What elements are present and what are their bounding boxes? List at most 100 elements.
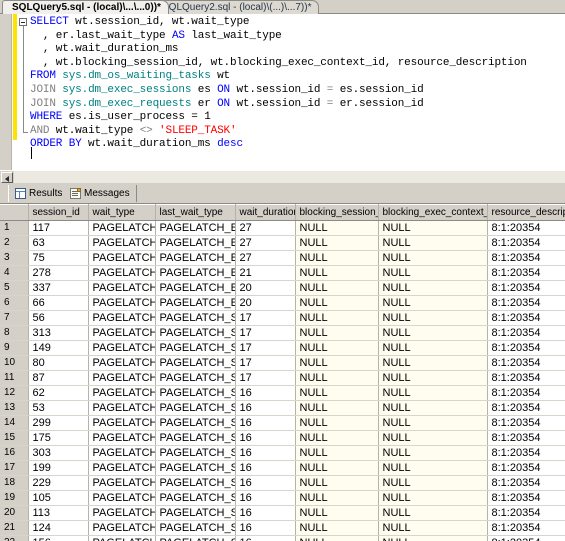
cell-wait-type[interactable]: PAGELATCH_SH	[88, 340, 156, 356]
cell-session-id[interactable]: 149	[28, 340, 89, 356]
cell-session-id[interactable]: 229	[28, 475, 89, 491]
column-header-resource-description[interactable]: resource_description	[487, 204, 565, 221]
table-row[interactable]: 21124PAGELATCH_SHPAGELATCH_SH16NULLNULL8…	[0, 520, 565, 536]
cell-last-wait-type[interactable]: PAGELATCH_SH	[155, 355, 236, 371]
cell-wait-duration-ms[interactable]: 16	[235, 475, 296, 491]
row-number-cell[interactable]: 5	[0, 280, 29, 296]
cell-blocking-session-id[interactable]: NULL	[295, 220, 379, 236]
cell-resource-description[interactable]: 8:1:20354	[487, 460, 565, 476]
cell-session-id[interactable]: 199	[28, 460, 89, 476]
cell-last-wait-type[interactable]: PAGELATCH_SH	[155, 475, 236, 491]
editor-horizontal-scrollbar[interactable]	[0, 170, 565, 183]
table-row[interactable]: 8313PAGELATCH_SHPAGELATCH_SH17NULLNULL8:…	[0, 325, 565, 341]
cell-wait-type[interactable]: PAGELATCH_SH	[88, 430, 156, 446]
cell-resource-description[interactable]: 8:1:20354	[487, 430, 565, 446]
cell-wait-duration-ms[interactable]: 20	[235, 280, 296, 296]
cell-wait-duration-ms[interactable]: 16	[235, 520, 296, 536]
column-header-blocking-exec-context-id[interactable]: blocking_exec_context_id	[378, 204, 488, 221]
cell-wait-type[interactable]: PAGELATCH_SH	[88, 385, 156, 401]
cell-session-id[interactable]: 313	[28, 325, 89, 341]
cell-wait-duration-ms[interactable]: 27	[235, 220, 296, 236]
cell-blocking-session-id[interactable]: NULL	[295, 520, 379, 536]
cell-blocking-exec-context-id[interactable]: NULL	[378, 235, 488, 251]
cell-blocking-session-id[interactable]: NULL	[295, 340, 379, 356]
cell-resource-description[interactable]: 8:1:20354	[487, 415, 565, 431]
cell-session-id[interactable]: 175	[28, 430, 89, 446]
cell-blocking-session-id[interactable]: NULL	[295, 235, 379, 251]
cell-wait-duration-ms[interactable]: 17	[235, 325, 296, 341]
cell-wait-type[interactable]: PAGELATCH_EX	[88, 265, 156, 281]
cell-wait-duration-ms[interactable]: 16	[235, 430, 296, 446]
row-number-cell[interactable]: 4	[0, 265, 29, 281]
cell-blocking-exec-context-id[interactable]: NULL	[378, 250, 488, 266]
table-row[interactable]: 4278PAGELATCH_EXPAGELATCH_EX21NULLNULL8:…	[0, 265, 565, 281]
cell-session-id[interactable]: 278	[28, 265, 89, 281]
tab-messages[interactable]: Messages	[64, 185, 137, 202]
cell-blocking-exec-context-id[interactable]: NULL	[378, 460, 488, 476]
cell-last-wait-type[interactable]: PAGELATCH_SH	[155, 490, 236, 506]
row-number-cell[interactable]: 8	[0, 325, 29, 341]
cell-last-wait-type[interactable]: PAGELATCH_SH	[155, 325, 236, 341]
cell-blocking-session-id[interactable]: NULL	[295, 325, 379, 341]
cell-wait-duration-ms[interactable]: 17	[235, 310, 296, 326]
cell-blocking-exec-context-id[interactable]: NULL	[378, 445, 488, 461]
cell-blocking-exec-context-id[interactable]: NULL	[378, 535, 488, 541]
cell-session-id[interactable]: 56	[28, 310, 89, 326]
cell-wait-type[interactable]: PAGELATCH_EX	[88, 220, 156, 236]
cell-last-wait-type[interactable]: PAGELATCH_SH	[155, 385, 236, 401]
cell-blocking-session-id[interactable]: NULL	[295, 250, 379, 266]
cell-wait-duration-ms[interactable]: 17	[235, 340, 296, 356]
cell-blocking-session-id[interactable]: NULL	[295, 265, 379, 281]
cell-wait-type[interactable]: PAGELATCH_SH	[88, 355, 156, 371]
cell-session-id[interactable]: 63	[28, 235, 89, 251]
cell-blocking-session-id[interactable]: NULL	[295, 505, 379, 521]
column-header-wait-duration-ms[interactable]: wait_duration_ms	[235, 204, 296, 221]
row-number-cell[interactable]: 18	[0, 475, 29, 491]
cell-blocking-session-id[interactable]: NULL	[295, 310, 379, 326]
scrollbar-track[interactable]	[14, 171, 565, 183]
cell-wait-duration-ms[interactable]: 27	[235, 235, 296, 251]
column-header-session-id[interactable]: session_id	[28, 204, 89, 221]
row-number-cell[interactable]: 15	[0, 430, 29, 446]
table-row[interactable]: 20113PAGELATCH_SHPAGELATCH_SH16NULLNULL8…	[0, 505, 565, 521]
cell-wait-duration-ms[interactable]: 16	[235, 460, 296, 476]
cell-wait-duration-ms[interactable]: 16	[235, 415, 296, 431]
cell-blocking-exec-context-id[interactable]: NULL	[378, 475, 488, 491]
cell-wait-type[interactable]: PAGELATCH_EX	[88, 295, 156, 311]
cell-blocking-exec-context-id[interactable]: NULL	[378, 265, 488, 281]
row-number-cell[interactable]: 2	[0, 235, 29, 251]
cell-last-wait-type[interactable]: PAGELATCH_EX	[155, 280, 236, 296]
cell-wait-duration-ms[interactable]: 21	[235, 265, 296, 281]
cell-session-id[interactable]: 337	[28, 280, 89, 296]
cell-blocking-exec-context-id[interactable]: NULL	[378, 340, 488, 356]
cell-blocking-session-id[interactable]: NULL	[295, 535, 379, 541]
row-number-cell[interactable]: 12	[0, 385, 29, 401]
cell-session-id[interactable]: 53	[28, 400, 89, 416]
table-row[interactable]: 17199PAGELATCH_SHPAGELATCH_SH16NULLNULL8…	[0, 460, 565, 476]
cell-wait-type[interactable]: PAGELATCH_EX	[88, 280, 156, 296]
cell-blocking-exec-context-id[interactable]: NULL	[378, 490, 488, 506]
collapse-region-icon[interactable]	[19, 18, 27, 26]
cell-last-wait-type[interactable]: PAGELATCH_SH	[155, 430, 236, 446]
cell-wait-type[interactable]: PAGELATCH_SH	[88, 460, 156, 476]
cell-blocking-exec-context-id[interactable]: NULL	[378, 385, 488, 401]
cell-resource-description[interactable]: 8:1:20354	[487, 220, 565, 236]
cell-wait-duration-ms[interactable]: 16	[235, 490, 296, 506]
cell-blocking-session-id[interactable]: NULL	[295, 370, 379, 386]
row-number-cell[interactable]: 7	[0, 310, 29, 326]
cell-resource-description[interactable]: 8:1:20354	[487, 280, 565, 296]
sql-code-text[interactable]: SELECT wt.session_id, wt.wait_type , er.…	[30, 16, 565, 152]
row-number-cell[interactable]: 20	[0, 505, 29, 521]
cell-resource-description[interactable]: 8:1:20354	[487, 250, 565, 266]
row-number-cell[interactable]: 10	[0, 355, 29, 371]
cell-session-id[interactable]: 156	[28, 535, 89, 541]
cell-wait-duration-ms[interactable]: 16	[235, 535, 296, 541]
row-number-cell[interactable]: 21	[0, 520, 29, 536]
cell-blocking-exec-context-id[interactable]: NULL	[378, 280, 488, 296]
cell-last-wait-type[interactable]: PAGELATCH_SH	[155, 505, 236, 521]
results-grid-container[interactable]: session_id wait_type last_wait_type wait…	[0, 203, 565, 541]
row-number-cell[interactable]: 3	[0, 250, 29, 266]
table-row[interactable]: 375PAGELATCH_EXPAGELATCH_EX27NULLNULL8:1…	[0, 250, 565, 266]
table-row[interactable]: 1353PAGELATCH_SHPAGELATCH_SH16NULLNULL8:…	[0, 400, 565, 416]
table-row[interactable]: 1117PAGELATCH_EXPAGELATCH_EX27NULLNULL8:…	[0, 220, 565, 236]
